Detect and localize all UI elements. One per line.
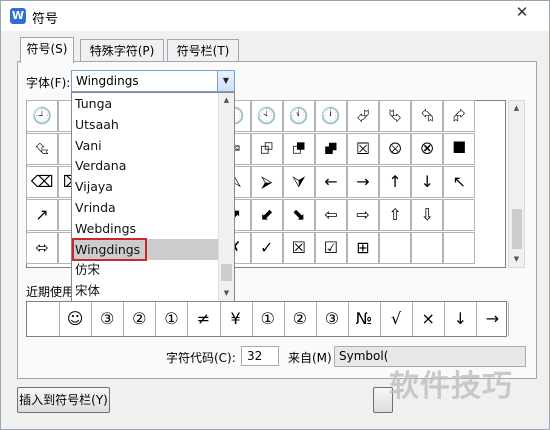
recent-symbol-cell[interactable]: ☺ xyxy=(59,302,93,336)
wps-app-icon: W xyxy=(10,8,26,24)
recent-symbol-cell[interactable]: ↓ xyxy=(444,302,478,336)
symbol-dialog: W 符号 ✕ 符号(S) 特殊字符(P) 符号栏(T) 字体(F): Wingd… xyxy=(0,0,550,430)
watermark: 软件技巧 xyxy=(389,369,513,404)
symbol-cell[interactable]: ⮽ xyxy=(347,133,379,165)
font-option[interactable]: 仿宋 xyxy=(72,259,218,280)
symbol-cell[interactable]: ↓ xyxy=(411,166,444,198)
recent-symbol-cell[interactable]: ① xyxy=(155,302,189,336)
font-option[interactable]: Webdings xyxy=(72,218,218,239)
window-title: 符号 xyxy=(32,12,59,27)
recent-symbol-cell[interactable]: ≠ xyxy=(188,302,221,336)
symbol-cell[interactable]: ← xyxy=(314,166,347,198)
recent-symbol-cell[interactable] xyxy=(27,302,60,336)
recent-symbol-cell[interactable]: ② xyxy=(284,302,317,336)
symbol-cell[interactable] xyxy=(443,199,476,231)
symbol-cell[interactable]: ⌫ xyxy=(26,166,58,198)
recent-symbol-cell[interactable]: × xyxy=(412,302,446,336)
symbol-cell[interactable]: ⮚ xyxy=(250,166,283,198)
symbol-cell[interactable]: ⮻ xyxy=(282,133,315,165)
symbol-cell[interactable]: ⮳ xyxy=(443,100,476,132)
symbol-cell[interactable] xyxy=(411,232,444,264)
symbol-cell[interactable] xyxy=(443,232,476,264)
symbol-cell[interactable]: ⮿ xyxy=(411,133,444,165)
symbol-cell[interactable]: ⮴ xyxy=(26,133,58,165)
font-label: 字体(F): xyxy=(26,76,71,90)
symbol-cell[interactable]: ⮼ xyxy=(314,133,347,165)
symbol-cell[interactable]: ⮛ xyxy=(282,166,315,198)
font-select[interactable]: Wingdings ▼ xyxy=(71,70,235,92)
symbol-cell[interactable]: ↑ xyxy=(379,166,412,198)
close-icon[interactable]: ✕ xyxy=(498,1,546,23)
scroll-down-icon[interactable]: ▼ xyxy=(509,252,524,267)
recent-symbol-cell[interactable]: № xyxy=(348,302,381,336)
recent-symbol-cell[interactable]: ① xyxy=(252,302,285,336)
symbol-cell[interactable]: ⊞ xyxy=(347,232,379,264)
font-option[interactable]: Tunga xyxy=(72,93,218,114)
symbol-cell[interactable]: 🕚 xyxy=(282,100,315,132)
scroll-thumb[interactable] xyxy=(512,209,522,249)
recent-symbol-cell[interactable]: ¥ xyxy=(220,302,253,336)
scroll-thumb[interactable] xyxy=(221,264,232,281)
font-option[interactable]: 宋体 xyxy=(72,280,218,301)
tab-symbols[interactable]: 符号(S) xyxy=(20,37,74,63)
recent-symbols-row: ☺ ③ ② ① ≠ ¥ ① ② ③ № √ × ↓ → xyxy=(26,301,510,337)
char-code-label: 字符代码(C): xyxy=(166,351,236,365)
from-label: 来自(M) xyxy=(288,351,332,365)
font-list-scrollbar[interactable]: ▲ ▼ xyxy=(218,93,234,301)
symbol-cell[interactable]: ⮰ xyxy=(347,100,379,132)
symbol-cell[interactable]: ⮲ xyxy=(411,100,444,132)
symbol-cell[interactable]: ⮺ xyxy=(250,133,283,165)
symbol-cell[interactable]: ↖ xyxy=(443,166,476,198)
symbol-cell[interactable]: 🕘 xyxy=(26,100,58,132)
recent-symbol-cell[interactable]: ③ xyxy=(91,302,125,336)
font-option[interactable]: Vani xyxy=(72,135,218,156)
title-bar: W 符号 ✕ xyxy=(1,1,549,31)
symbol-cell[interactable]: ⯀ xyxy=(443,133,476,165)
symbol-cell[interactable]: ⬊ xyxy=(282,199,315,231)
recent-symbol-cell[interactable]: → xyxy=(476,302,510,336)
symbol-cell[interactable]: ⇦ xyxy=(314,199,347,231)
symbol-cell[interactable]: ⇧ xyxy=(379,199,412,231)
symbol-cell[interactable]: ☑ xyxy=(314,232,347,264)
tab-symbol-bar[interactable]: 符号栏(T) xyxy=(167,39,239,63)
symbol-cell[interactable]: ⬄ xyxy=(26,232,58,264)
symbol-cell[interactable]: ↗ xyxy=(26,199,58,231)
symbol-cell[interactable]: ⮱ xyxy=(379,100,412,132)
symbol-cell[interactable]: ⇩ xyxy=(411,199,444,231)
char-code-input[interactable]: 32 xyxy=(241,346,279,366)
symbol-grid-scrollbar[interactable]: ▲ ▼ xyxy=(508,100,525,268)
recent-symbol-cell[interactable]: ② xyxy=(123,302,157,336)
symbol-cell[interactable] xyxy=(379,232,412,264)
recent-symbol-cell[interactable]: ③ xyxy=(316,302,349,336)
symbol-cell[interactable]: ☒ xyxy=(282,232,315,264)
font-option[interactable]: Vijaya xyxy=(72,176,218,197)
font-option[interactable]: Verdana xyxy=(72,155,218,176)
symbol-cell[interactable]: ✓ xyxy=(250,232,283,264)
font-option[interactable]: Vrinda xyxy=(72,197,218,218)
font-select-value: Wingdings xyxy=(76,74,139,88)
scroll-up-icon[interactable]: ▲ xyxy=(509,101,524,116)
tab-special-characters[interactable]: 特殊字符(P) xyxy=(80,39,164,63)
symbol-cell[interactable]: → xyxy=(347,166,379,198)
symbol-cell[interactable]: ⬋ xyxy=(250,199,283,231)
font-option[interactable]: Utsaah xyxy=(72,114,218,135)
insert-to-symbol-bar-button[interactable]: 插入到符号栏(Y) xyxy=(17,387,110,413)
font-dropdown-list: ▲ ▼ Tunga Utsaah Vani Verdana Vijaya Vrinda We… xyxy=(71,92,235,302)
symbol-cell[interactable]: ⇨ xyxy=(347,199,379,231)
symbol-cell[interactable]: ⮾ xyxy=(379,133,412,165)
recent-label: 近期使用 xyxy=(26,285,75,299)
recent-symbol-cell[interactable]: √ xyxy=(380,302,414,336)
chevron-down-icon[interactable]: ▼ xyxy=(217,71,234,91)
scroll-up-icon[interactable]: ▲ xyxy=(219,93,234,108)
symbol-cell[interactable]: 🕙 xyxy=(250,100,283,132)
scroll-down-icon[interactable]: ▼ xyxy=(219,286,234,301)
selected-font-highlight xyxy=(72,237,147,261)
symbol-cell[interactable]: 🕛 xyxy=(314,100,347,132)
